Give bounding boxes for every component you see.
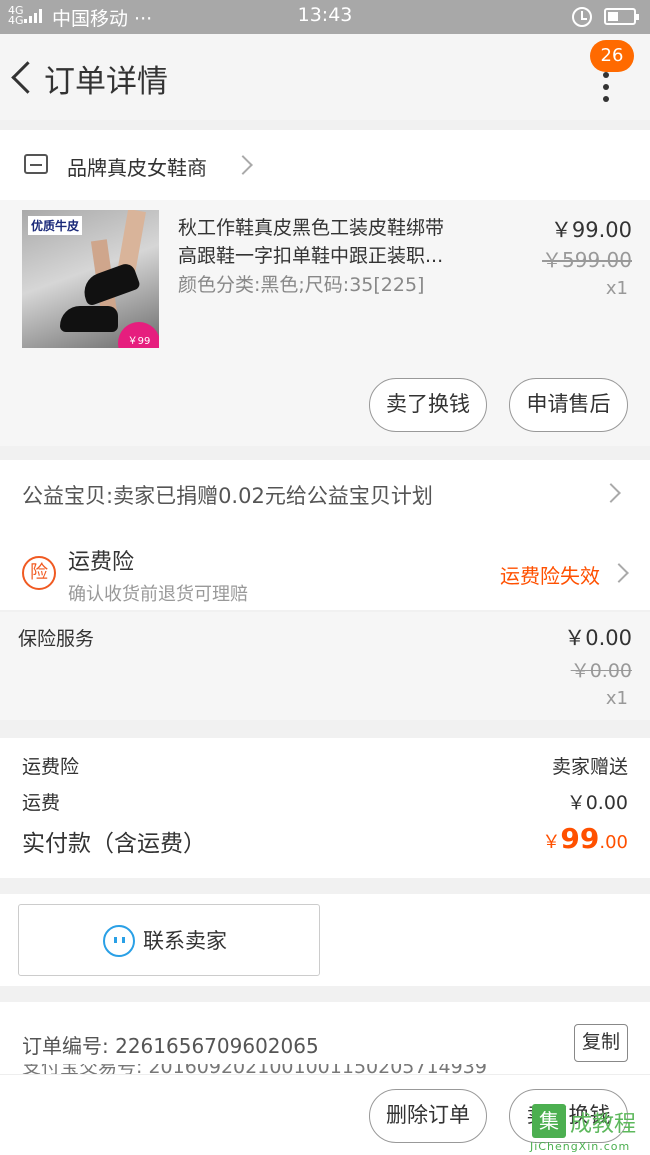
charity-insurance-section: 公益宝贝:卖家已捐赠0.02元给公益宝贝计划 险 运费险 确认收货前退货可理赔 … (0, 460, 650, 610)
shop-icon (24, 154, 48, 174)
partial-order-line: 支付宝交易号: 2016092021001001150205714939 (22, 1064, 522, 1074)
insurance-icon: 险 (22, 556, 56, 590)
chevron-right-icon (233, 155, 253, 175)
service-original-price: ￥0.00 (570, 660, 632, 682)
insurance-status[interactable]: 运费险失效 (500, 560, 600, 589)
shop-row[interactable]: 品牌真皮女鞋商 (0, 130, 650, 200)
image-price-label: ￥99 (118, 322, 159, 348)
clock: 13:43 (297, 4, 353, 26)
chevron-right-icon (601, 483, 621, 503)
service-price: ￥0.00 (564, 626, 632, 650)
paid-label: 实付款（含运费） (22, 831, 206, 857)
watermark-logo: 集 成教程 JiChengXin.com (530, 1104, 646, 1154)
order-number: 订单编号: 2261656709602065 (22, 1034, 319, 1058)
product-title-line1: 秋工作鞋真皮黑色工装皮鞋绑带 (178, 217, 445, 239)
alarm-icon (572, 7, 592, 27)
product-sku: 颜色分类:黑色;尺码:35[225] (178, 274, 425, 296)
product-price: ￥99.00 (550, 218, 632, 242)
insurance-subtitle: 确认收货前退货可理赔 (68, 584, 248, 605)
sell-button[interactable]: 卖了换钱 (369, 378, 487, 432)
contact-section: 联系卖家 (0, 894, 650, 986)
shipping-label: 运费 (22, 792, 61, 814)
order-item[interactable]: 优质牛皮 ￥99 秋工作鞋真皮黑色工装皮鞋绑带 高跟鞋一字扣单鞋中跟正装职...… (0, 200, 650, 446)
status-bar: 4G 4G 中国移动 ··· 13:43 (0, 0, 650, 34)
back-icon[interactable] (10, 62, 30, 92)
product-title-line2: 高跟鞋一字扣单鞋中跟正装职... (178, 245, 444, 267)
chevron-right-icon (609, 563, 629, 583)
copy-button[interactable]: 复制 (574, 1024, 628, 1062)
after-sale-button[interactable]: 申请售后 (509, 378, 628, 432)
image-tag-label: 优质牛皮 (28, 216, 83, 235)
product-image[interactable]: 优质牛皮 ￥99 (22, 210, 159, 348)
contact-seller-label: 联系卖家 (143, 929, 227, 953)
payment-summary: 运费险 卖家赠送 运费 ￥0.00 实付款（含运费） ￥99.00 (0, 738, 650, 878)
battery-icon (604, 8, 639, 25)
shipping-value: ￥0.00 (566, 792, 628, 814)
product-quantity: x1 (605, 278, 628, 299)
service-quantity: x1 (605, 688, 628, 709)
shipping-insurance-value: 卖家赠送 (551, 756, 628, 778)
shipping-insurance-label: 运费险 (22, 756, 80, 778)
service-name: 保险服务 (18, 628, 95, 650)
message-badge[interactable]: 26 (590, 40, 634, 72)
chat-icon (103, 925, 135, 957)
page-title: 订单详情 (44, 64, 168, 100)
shop-name: 品牌真皮女鞋商 (67, 156, 207, 180)
nav-bar: 订单详情 26 (0, 34, 650, 120)
delete-order-button[interactable]: 删除订单 (369, 1089, 487, 1143)
more-menu-icon[interactable] (586, 64, 626, 124)
contact-seller-button[interactable]: 联系卖家 (18, 904, 320, 976)
insurance-title: 运费险 (68, 550, 135, 575)
charity-info[interactable]: 公益宝贝:卖家已捐赠0.02元给公益宝贝计划 (22, 480, 433, 510)
service-item: 保险服务 ￥0.00 ￥0.00 x1 (0, 612, 650, 720)
product-original-price: ￥599.00 (542, 248, 632, 272)
paid-amount: ￥99.00 (542, 822, 628, 855)
